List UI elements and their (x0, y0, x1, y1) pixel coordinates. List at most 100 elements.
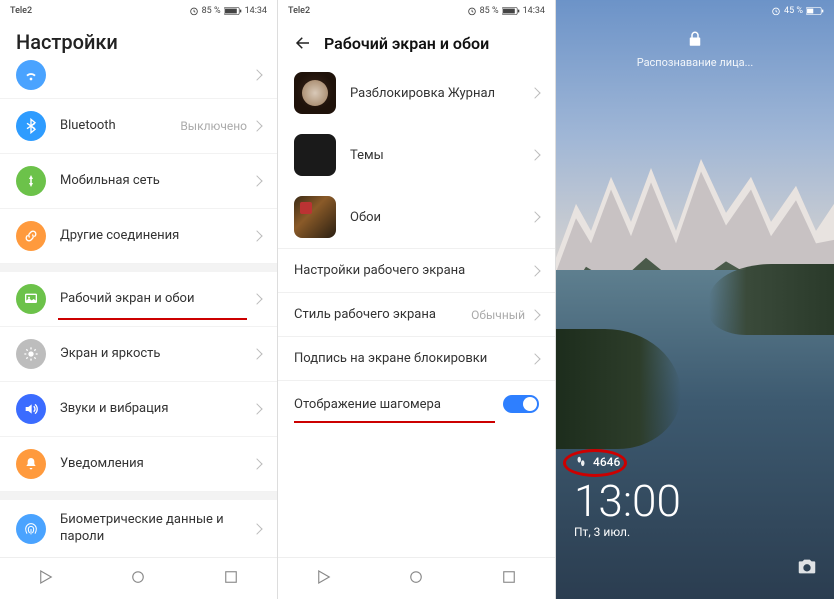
chevron-right-icon (251, 293, 262, 304)
thumbnail-themes (294, 134, 336, 176)
camera-icon (796, 555, 818, 577)
wifi-icon (16, 60, 46, 90)
status-right: 85 % 14:34 (467, 6, 545, 16)
connections-icon (16, 221, 46, 251)
row-label: Рабочий экран и обои (60, 291, 253, 308)
chevron-right-icon (251, 230, 262, 241)
chevron-right-icon (251, 69, 262, 80)
row-label: Разблокировка Журнал (350, 86, 531, 101)
row-label: Темы (350, 148, 531, 163)
camera-shortcut[interactable] (796, 555, 818, 581)
nav-back[interactable] (37, 568, 55, 590)
nav-home[interactable] (407, 568, 425, 590)
bluetooth-icon (16, 111, 46, 141)
nav-recents[interactable] (222, 568, 240, 590)
battery-label: 85 % (480, 6, 499, 16)
battery-label: 45 % (784, 6, 803, 16)
chevron-right-icon (251, 458, 262, 469)
settings-panel: Tele2 85 % 14:34 Настройки Bluetooth Вык… (0, 0, 278, 599)
homescreen-icon (16, 284, 46, 314)
options-list: Разблокировка Журнал Темы Обои Настройки… (278, 62, 555, 557)
settings-row-notifications[interactable]: Уведомления (0, 437, 277, 492)
chevron-right-icon (251, 523, 262, 534)
step-count-value: 4646 (593, 455, 620, 469)
chevron-right-icon (529, 149, 540, 160)
battery-label: 85 % (202, 6, 221, 16)
alarm-icon (771, 6, 781, 16)
thumbnail-wallpaper (294, 196, 336, 238)
status-right: 45 % (771, 6, 824, 16)
page-title: Настройки (0, 22, 277, 60)
bell-icon (16, 449, 46, 479)
chevron-right-icon (251, 120, 262, 131)
lock-status: Распознавание лица... (556, 30, 834, 69)
back-button[interactable] (292, 32, 314, 54)
face-recognition-label: Распознавание лица... (556, 56, 834, 69)
time-display: 13:00 (574, 479, 681, 523)
chevron-right-icon (251, 175, 262, 186)
row-label: Биометрические данные и пароли (60, 512, 253, 546)
status-bar: Tele2 85 % 14:34 (278, 0, 555, 22)
nav-recents[interactable] (500, 568, 518, 590)
row-home-style[interactable]: Стиль рабочего экрана Обычный (278, 293, 555, 337)
chevron-right-icon (529, 265, 540, 276)
chevron-right-icon (251, 348, 262, 359)
settings-row-homescreen[interactable]: Рабочий экран и обои (0, 264, 277, 327)
display-icon (16, 339, 46, 369)
battery-icon (224, 6, 242, 16)
settings-row-truncated[interactable] (0, 60, 277, 99)
nav-back[interactable] (315, 568, 333, 590)
time-label: 14:34 (523, 6, 545, 16)
settings-row-sounds[interactable]: Звуки и вибрация (0, 382, 277, 437)
status-bar: 45 % (556, 0, 834, 22)
lockscreen-panel: 45 % Распознавание лица... 4646 13:00 Пт… (556, 0, 834, 599)
status-right: 85 % 14:34 (189, 6, 267, 16)
nav-bar (278, 557, 555, 599)
nav-home[interactable] (129, 568, 147, 590)
highlight-underline (294, 421, 495, 423)
settings-row-biometrics[interactable]: Биометрические данные и пароли (0, 492, 277, 557)
row-label: Стиль рабочего экрана (294, 307, 471, 322)
row-step-counter[interactable]: Отображение шагомера (278, 381, 555, 427)
row-label: Экран и яркость (60, 346, 253, 363)
row-label: Отображение шагомера (294, 397, 503, 412)
settings-list: Bluetooth Выключено Мобильная сеть Други… (0, 60, 277, 557)
footstep-icon (574, 455, 588, 469)
battery-icon (502, 6, 520, 16)
lockscreen-clock: 13:00 Пт, 3 июл. (574, 479, 681, 539)
time-label: 14:34 (245, 6, 267, 16)
alarm-icon (189, 6, 199, 16)
row-wallpapers[interactable]: Обои (278, 186, 555, 249)
step-counter-badge: 4646 (574, 455, 620, 469)
row-label: Мобильная сеть (60, 173, 253, 190)
chevron-right-icon (529, 87, 540, 98)
settings-row-mobile[interactable]: Мобильная сеть (0, 154, 277, 209)
row-label: Подпись на экране блокировки (294, 351, 531, 366)
status-bar: Tele2 85 % 14:34 (0, 0, 277, 22)
chevron-right-icon (251, 403, 262, 414)
homescreen-settings-panel: Tele2 85 % 14:34 Рабочий экран и обои Ра… (278, 0, 556, 599)
settings-row-display[interactable]: Экран и яркость (0, 327, 277, 382)
mobile-network-icon (16, 166, 46, 196)
page-title: Рабочий экран и обои (324, 34, 489, 53)
chevron-right-icon (529, 211, 540, 222)
battery-icon (806, 6, 824, 16)
row-label: Настройки рабочего экрана (294, 263, 531, 278)
fingerprint-icon (16, 514, 46, 544)
carrier-label: Tele2 (10, 6, 32, 16)
row-themes[interactable]: Темы (278, 124, 555, 186)
row-value: Обычный (471, 308, 525, 322)
row-home-settings[interactable]: Настройки рабочего экрана (278, 249, 555, 293)
row-label: Звуки и вибрация (60, 401, 253, 418)
row-lockscreen-signature[interactable]: Подпись на экране блокировки (278, 337, 555, 381)
thumbnail-coffee (294, 72, 336, 114)
settings-row-bluetooth[interactable]: Bluetooth Выключено (0, 99, 277, 154)
row-unlock-magazine[interactable]: Разблокировка Журнал (278, 62, 555, 124)
chevron-right-icon (529, 309, 540, 320)
alarm-icon (467, 6, 477, 16)
step-counter-toggle[interactable] (503, 395, 539, 413)
nav-bar (0, 557, 277, 599)
row-label: Другие соединения (60, 228, 253, 245)
chevron-right-icon (529, 353, 540, 364)
settings-row-connections[interactable]: Другие соединения (0, 209, 277, 264)
